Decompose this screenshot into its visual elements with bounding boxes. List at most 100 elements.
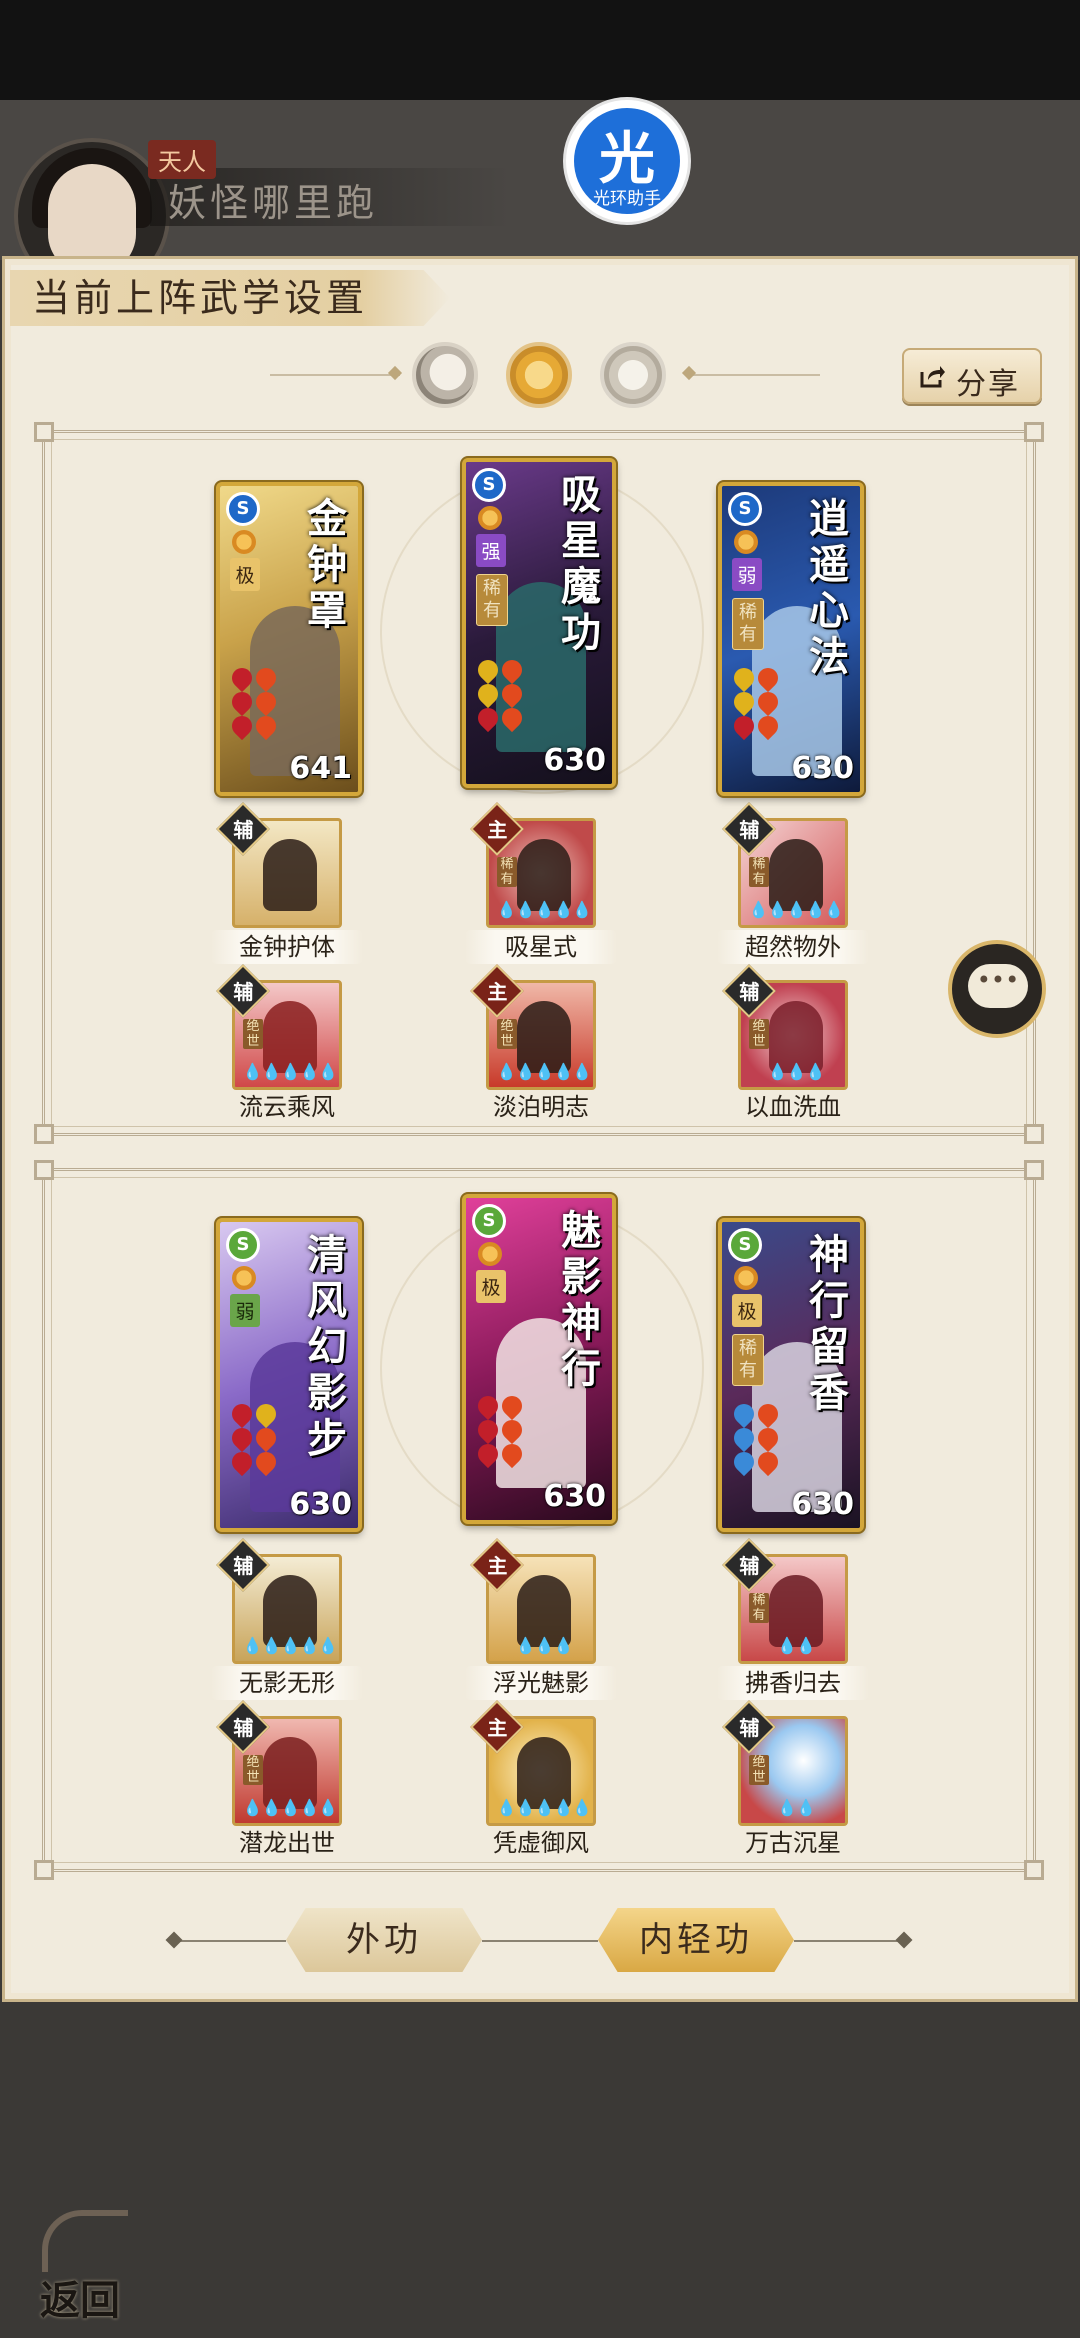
water-drop-icon bbox=[729, 1423, 759, 1453]
sun-icon bbox=[734, 530, 758, 554]
skill-name: 万古沉星 bbox=[745, 1829, 841, 1857]
tier-badge: 极 bbox=[732, 1294, 762, 1327]
skill-qianlongchushi[interactable]: 绝世 💧💧💧💧💧 辅 bbox=[216, 1700, 342, 1826]
sun-icon bbox=[478, 1242, 502, 1266]
tab-external-label[interactable]: 外功 bbox=[286, 1908, 482, 1972]
card-power: 641 bbox=[289, 751, 352, 786]
s-grade-icon: S bbox=[472, 468, 506, 502]
fire-drop-icon bbox=[251, 711, 281, 741]
gem-row: 💧💧💧💧💧 bbox=[242, 1636, 339, 1655]
fire-drop-icon bbox=[251, 687, 281, 717]
skill-yixuexixue[interactable]: 绝世 💧💧💧 辅 bbox=[722, 964, 848, 1090]
skill-fuxiangguiqu[interactable]: 稀有 💧💧 辅 bbox=[722, 1538, 848, 1664]
fire-drop-icon bbox=[497, 1439, 527, 1469]
share-button[interactable]: 分享 bbox=[902, 348, 1042, 404]
divider-left bbox=[270, 374, 400, 376]
rarity-label: 绝世 bbox=[749, 1755, 769, 1785]
martial-art-card-xiaoyaoxinfa[interactable]: S 弱 稀有 逍遥心法 630 bbox=[718, 482, 864, 796]
skill-liuyunchengfeng[interactable]: 绝世 💧💧💧💧💧 辅 bbox=[216, 964, 342, 1090]
chat-button[interactable]: ••• bbox=[948, 940, 1046, 1038]
tier-badge: 弱 bbox=[230, 1294, 260, 1327]
skill-name: 金钟护体 bbox=[211, 930, 363, 964]
fire-drop-icon bbox=[729, 711, 759, 741]
gold-drop-icon bbox=[473, 679, 503, 709]
eclipse-phase-icon[interactable] bbox=[600, 342, 666, 408]
fire-drop-icon bbox=[497, 679, 527, 709]
rarity-label: 稀有 bbox=[749, 857, 769, 887]
martial-art-card-jinzhongzhao[interactable]: S 极 金钟罩 641 bbox=[216, 482, 362, 796]
skill-name: 浮光魅影 bbox=[465, 1666, 617, 1700]
fire-drop-icon bbox=[473, 1391, 503, 1421]
tab-internal-label[interactable]: 内轻功 bbox=[598, 1908, 794, 1972]
panel-title: 当前上阵武学设置 bbox=[32, 276, 369, 320]
card-power: 630 bbox=[543, 743, 606, 778]
skill-wanguchenxing[interactable]: 绝世 💧💧 辅 bbox=[722, 1700, 848, 1826]
card-power: 630 bbox=[289, 1487, 352, 1522]
skill-pingxuyufeng[interactable]: 💧💧💧💧💧 主 bbox=[470, 1700, 596, 1826]
moon-phase-icon[interactable] bbox=[412, 342, 478, 408]
skill-wuyingwuxing[interactable]: 💧💧💧💧💧 辅 bbox=[216, 1538, 342, 1664]
fire-drop-icon bbox=[753, 663, 783, 693]
back-button[interactable]: 返回 bbox=[30, 2202, 140, 2324]
element-dots bbox=[729, 663, 784, 741]
tab-divider-center bbox=[482, 1940, 598, 1942]
fire-drop-icon bbox=[473, 703, 503, 733]
gem-row: 💧💧💧 bbox=[515, 1636, 574, 1655]
rarity-label: 绝世 bbox=[243, 1755, 263, 1785]
sun-phase-icon[interactable] bbox=[506, 342, 572, 408]
back-arrow-icon bbox=[42, 2210, 128, 2272]
skill-figure bbox=[263, 839, 317, 911]
gold-drop-icon bbox=[729, 687, 759, 717]
element-dots bbox=[729, 1399, 784, 1477]
fire-drop-icon bbox=[473, 1415, 503, 1445]
fire-drop-icon bbox=[753, 1447, 783, 1477]
element-dots bbox=[473, 655, 528, 733]
rare-badge: 稀有 bbox=[732, 1334, 764, 1386]
card-power: 630 bbox=[791, 751, 854, 786]
martial-art-card-qingfenghuanyingbu[interactable]: S 弱 清风幻影步 630 bbox=[216, 1218, 362, 1532]
skill-chaoranwuwai[interactable]: 稀有 💧💧💧💧💧 辅 bbox=[722, 802, 848, 928]
card-title: 逍遥心法 bbox=[809, 495, 849, 680]
rarity-label: 绝世 bbox=[497, 1019, 517, 1049]
corner-ornament bbox=[34, 1124, 54, 1144]
fire-drop-icon bbox=[227, 663, 257, 693]
skill-jinzhonghuti[interactable]: 辅 bbox=[216, 802, 342, 928]
gem-row: 💧💧💧💧💧 bbox=[242, 1798, 339, 1817]
divider-right bbox=[690, 374, 820, 376]
fire-drop-icon bbox=[251, 663, 281, 693]
skill-name: 吸星式 bbox=[465, 930, 617, 964]
skill-xixingshi[interactable]: 稀有 💧💧💧💧💧 主 bbox=[470, 802, 596, 928]
martial-art-card-meiyingshenxing[interactable]: S 极 魅影神行 630 bbox=[462, 1194, 616, 1524]
card-title: 魅影神行 bbox=[561, 1207, 601, 1392]
gem-row: 💧💧💧💧💧 bbox=[496, 1798, 593, 1817]
corner-ornament bbox=[34, 1860, 54, 1880]
skill-name: 流云乘风 bbox=[239, 1093, 335, 1121]
fire-drop-icon bbox=[227, 1423, 257, 1453]
s-grade-icon: S bbox=[728, 1228, 762, 1262]
corner-ornament bbox=[1024, 422, 1044, 442]
water-drop-icon bbox=[729, 1447, 759, 1477]
tier-badge: 极 bbox=[476, 1270, 506, 1303]
martial-art-card-xixingmogong[interactable]: S 强 稀有 吸星魔功 630 bbox=[462, 458, 616, 788]
rarity-label: 稀有 bbox=[749, 1593, 769, 1623]
corner-ornament bbox=[1024, 1160, 1044, 1180]
skill-name: 以血洗血 bbox=[745, 1093, 841, 1121]
rare-badge: 稀有 bbox=[476, 574, 508, 626]
s-grade-icon: S bbox=[728, 492, 762, 526]
fire-drop-icon bbox=[753, 711, 783, 741]
skill-danbomingzhi[interactable]: 绝世 💧💧💧💧💧 主 bbox=[470, 964, 596, 1090]
tier-badge: 弱 bbox=[732, 558, 762, 591]
skill-name: 拂香归去 bbox=[717, 1666, 869, 1700]
back-label: 返回 bbox=[40, 2277, 120, 2324]
corner-ornament bbox=[34, 1160, 54, 1180]
share-label: 分享 bbox=[956, 367, 1020, 402]
martial-art-card-shenxingliuxiang[interactable]: S 极 稀有 神行留香 630 bbox=[718, 1218, 864, 1532]
card-title: 神行留香 bbox=[809, 1231, 849, 1416]
tier-badge: 强 bbox=[476, 534, 506, 567]
gem-row: 💧💧💧💧💧 bbox=[242, 1062, 339, 1081]
fire-drop-icon bbox=[227, 711, 257, 741]
corner-ornament bbox=[1024, 1860, 1044, 1880]
element-dots bbox=[473, 1391, 528, 1469]
gem-row: 💧💧 bbox=[777, 1636, 816, 1655]
skill-fuguangmeiying[interactable]: 💧💧💧 主 bbox=[470, 1538, 596, 1664]
